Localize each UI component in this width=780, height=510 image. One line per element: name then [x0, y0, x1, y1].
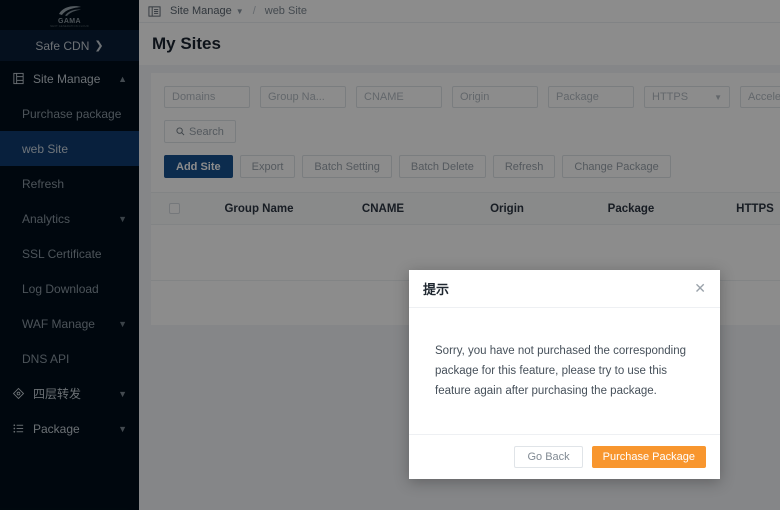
- close-icon[interactable]: ✕: [694, 282, 706, 296]
- notice-dialog: 提示 ✕ Sorry, you have not purchased the c…: [409, 270, 720, 480]
- dialog-title: 提示: [423, 282, 450, 297]
- app-root: GAMA NEXT GENERATION CLOUD Safe CDN ❯ Si…: [0, 0, 780, 510]
- dialog-message: Sorry, you have not purchased the corres…: [435, 345, 687, 398]
- dialog-footer: Go Back Purchase Package: [409, 434, 720, 479]
- go-back-button[interactable]: Go Back: [514, 446, 583, 469]
- button-label: Go Back: [527, 451, 570, 464]
- dialog-header: 提示 ✕: [409, 270, 720, 308]
- purchase-package-button[interactable]: Purchase Package: [591, 446, 706, 469]
- button-label: Purchase Package: [602, 451, 695, 464]
